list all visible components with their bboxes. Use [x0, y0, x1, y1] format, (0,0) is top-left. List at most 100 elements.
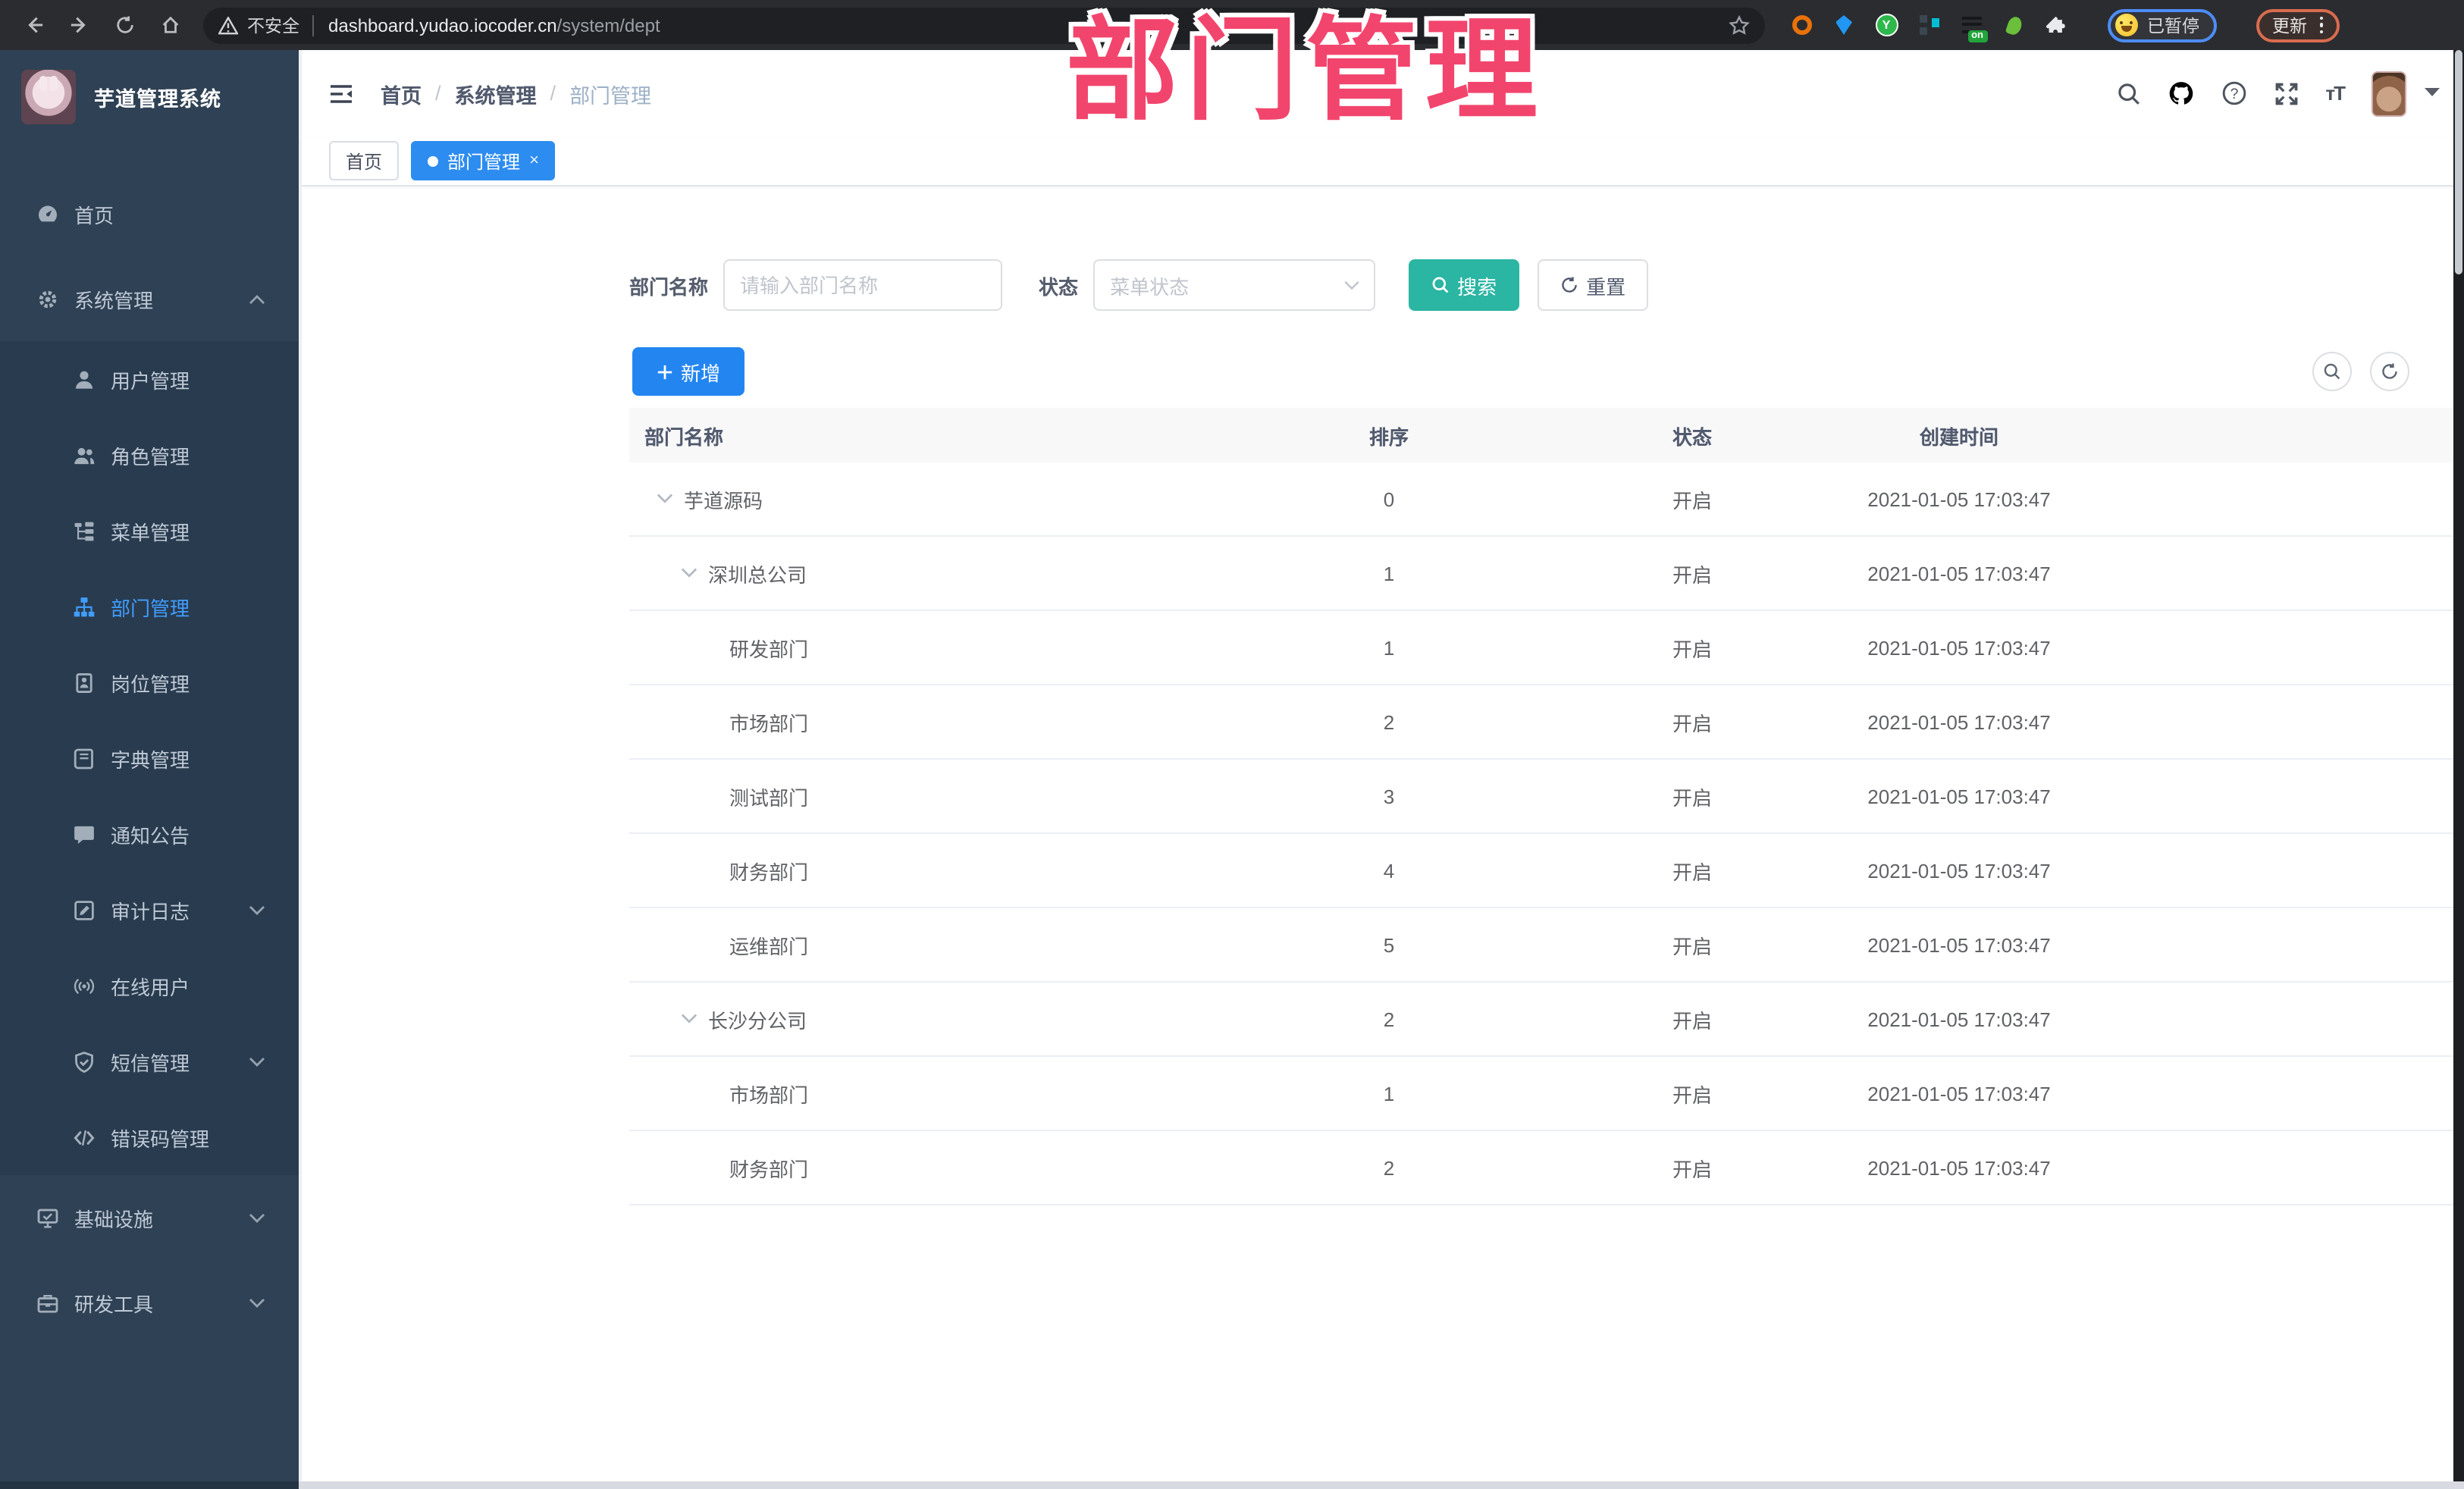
- sort-cell: 5: [1383, 933, 1395, 956]
- page-scrollbar[interactable]: [2453, 50, 2464, 1489]
- app-logo-row[interactable]: 芋道管理系统: [0, 50, 299, 144]
- dept-name-cell: 长沙分公司: [629, 1005, 807, 1033]
- scrollbar-thumb[interactable]: [2455, 50, 2462, 274]
- green-key-extension-icon[interactable]: [2002, 13, 2026, 37]
- chevron-down-icon: [249, 1053, 265, 1070]
- sidebar-item-infrastructure[interactable]: 基础设施: [0, 1175, 299, 1260]
- app-title: 芋道管理系统: [94, 88, 221, 111]
- sidebar: 芋道管理系统 首页 系统管理 用户管理 角色管理 菜单管理 部门管理 岗位管理 …: [0, 50, 299, 1489]
- sidebar-item-dashboard[interactable]: 首页: [0, 171, 299, 256]
- filter-form: 部门名称 状态 菜单状态 搜索 重置: [629, 258, 2464, 312]
- row-actions: 修改新增: [2146, 484, 2464, 513]
- breadcrumb-separator: /: [550, 82, 556, 105]
- active-tab-dot: [428, 155, 439, 166]
- sort-cell: 3: [1383, 785, 1395, 807]
- plus-icon: [657, 364, 672, 379]
- created-cell: 2021-01-05 17:03:47: [1867, 859, 2051, 882]
- profile-paused-chip[interactable]: 已暂停: [2108, 8, 2216, 42]
- table-row: 深圳总公司 1 开启 2021-01-05 17:03:47 修改新增删除: [629, 537, 2464, 611]
- dept-name: 市场部门: [729, 712, 809, 735]
- sidebar-item-sms[interactable]: 短信管理: [0, 1023, 299, 1099]
- user-avatar[interactable]: [2372, 71, 2406, 116]
- blue-tiles-extension-icon[interactable]: [1917, 13, 1941, 37]
- expand-caret-icon[interactable]: [657, 493, 673, 505]
- sidebar-item-user[interactable]: 用户管理: [0, 341, 299, 417]
- sidebar-item-error-code[interactable]: 错误码管理: [0, 1099, 299, 1175]
- search-icon[interactable]: [2116, 81, 2140, 105]
- add-button[interactable]: 新增: [632, 347, 745, 396]
- blue-gem-extension-icon[interactable]: [1832, 13, 1856, 37]
- sidebar-item-announcement[interactable]: 通知公告: [0, 796, 299, 872]
- table-row: 运维部门 5 开启 2021-01-05 17:03:47 修改新增删除: [629, 908, 2464, 983]
- sidebar-item-users[interactable]: 角色管理: [0, 417, 299, 493]
- sort-cell: 2: [1383, 1156, 1395, 1179]
- chevron-down-icon: [249, 1209, 265, 1226]
- expand-caret-icon[interactable]: [681, 567, 698, 579]
- dept-name: 芋道源码: [684, 489, 763, 512]
- watermark-annotation: 部门管理: [1066, 8, 1545, 133]
- green-y-extension-icon[interactable]: Y: [1874, 13, 1898, 37]
- dept-name-cell: 运维部门: [629, 930, 808, 959]
- sidebar-item-dev-tools[interactable]: 研发工具: [0, 1260, 299, 1345]
- sidebar-item-id-badge[interactable]: 岗位管理: [0, 644, 299, 720]
- reload-icon[interactable]: [112, 13, 136, 37]
- created-cell: 2021-01-05 17:03:47: [1867, 785, 2051, 807]
- close-icon[interactable]: ×: [529, 152, 539, 169]
- sidebar-item-online-users[interactable]: 在线用户: [0, 948, 299, 1023]
- github-icon[interactable]: [2168, 80, 2193, 106]
- dept-name-label: 部门名称: [629, 275, 709, 298]
- dept-name: 长沙分公司: [708, 1009, 807, 1032]
- puzzle-extensions-icon[interactable]: [2044, 13, 2068, 37]
- status-label: 状态: [1039, 275, 1079, 298]
- sidebar-item-dictionary[interactable]: 字典管理: [0, 720, 299, 796]
- tab-label: 部门管理: [447, 151, 521, 172]
- sort-cell: 1: [1383, 636, 1395, 659]
- created-cell: 2021-01-05 17:03:47: [1867, 710, 2051, 733]
- list-extension-icon[interactable]: on: [1959, 13, 1987, 42]
- help-icon[interactable]: ?: [2221, 80, 2246, 106]
- created-cell: 2021-01-05 17:03:47: [1867, 933, 2051, 956]
- home-icon[interactable]: [158, 13, 182, 37]
- sidebar-item-menu-tree[interactable]: 菜单管理: [0, 493, 299, 569]
- sidebar-item-label: 角色管理: [111, 445, 190, 468]
- table-body: 芋道源码 0 开启 2021-01-05 17:03:47 修改新增 深圳总公司…: [629, 462, 2464, 1205]
- announcement-icon: [73, 823, 96, 845]
- update-label: 更新: [2272, 17, 2307, 36]
- search-button[interactable]: 搜索: [1409, 259, 1520, 311]
- row-actions: 修改新增删除: [2146, 1079, 2464, 1108]
- table-row: 芋道源码 0 开启 2021-01-05 17:03:47 修改新增: [629, 462, 2464, 537]
- created-cell: 2021-01-05 17:03:47: [1867, 487, 2051, 510]
- toggle-search-button[interactable]: [2312, 352, 2352, 391]
- row-actions: 修改新增删除: [2146, 1005, 2464, 1033]
- browser-menu-icon[interactable]: [2319, 16, 2323, 34]
- fullscreen-icon[interactable]: [2274, 81, 2298, 105]
- sidebar-item-gear[interactable]: 系统管理: [0, 256, 299, 341]
- sidebar-item-audit-log[interactable]: 审计日志: [0, 872, 299, 948]
- expand-caret-icon[interactable]: [681, 1013, 698, 1025]
- user-menu-caret-icon[interactable]: [2425, 88, 2440, 99]
- breadcrumb-item[interactable]: 首页: [381, 78, 422, 108]
- sidebar-item-label: 字典管理: [111, 748, 190, 771]
- sidebar-item-label: 部门管理: [111, 597, 190, 619]
- forward-icon[interactable]: [67, 13, 91, 37]
- refresh-table-button[interactable]: [2370, 352, 2409, 391]
- breadcrumb-item[interactable]: 系统管理: [455, 78, 537, 108]
- tab-item[interactable]: 首页: [329, 141, 400, 180]
- orange-ring-extension-icon[interactable]: [1789, 13, 1814, 37]
- browser-update-button[interactable]: 更新: [2256, 8, 2340, 42]
- column-header: 创建时间: [1919, 425, 1998, 448]
- sidebar-item-org-chart[interactable]: 部门管理: [0, 569, 299, 644]
- bookmark-star-icon[interactable]: [1729, 14, 1750, 36]
- dept-name-input[interactable]: [723, 259, 1003, 311]
- table-row: 长沙分公司 2 开启 2021-01-05 17:03:47 修改新增删除: [629, 983, 2464, 1057]
- font-size-icon[interactable]: ᴛT: [2325, 82, 2346, 105]
- sidebar-fold-icon[interactable]: [329, 83, 353, 104]
- reset-button[interactable]: 重置: [1538, 259, 1649, 311]
- dept-name-cell: 财务部门: [629, 1153, 808, 1182]
- dept-name-cell: 芋道源码: [629, 484, 763, 513]
- url-text: dashboard.yudao.iocoder.cn/system/dept: [328, 14, 660, 36]
- tab-active[interactable]: 部门管理 ×: [411, 141, 556, 180]
- status-select[interactable]: 菜单状态: [1093, 259, 1376, 311]
- back-icon[interactable]: [21, 13, 45, 37]
- sort-cell: 4: [1383, 859, 1395, 882]
